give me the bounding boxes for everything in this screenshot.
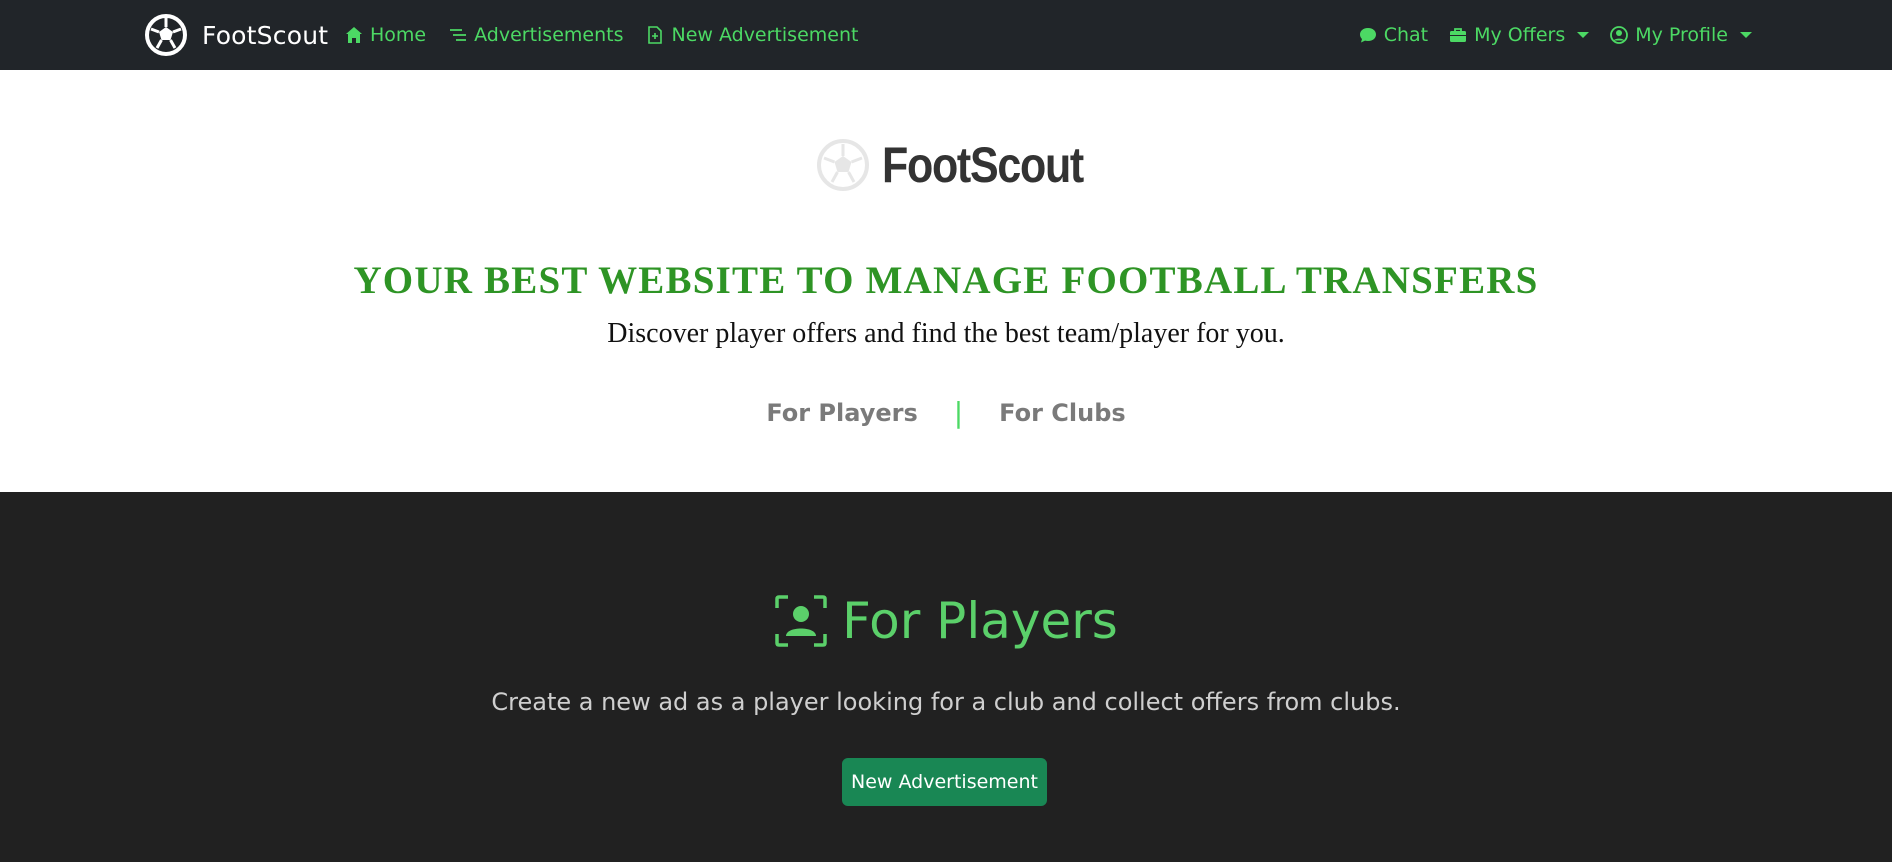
soccer-ball-icon xyxy=(817,139,870,191)
top-navbar: FootScout Home Advertisements New Advert… xyxy=(0,0,1892,70)
nav-chat-link[interactable]: Chat xyxy=(1358,24,1428,46)
house-icon xyxy=(346,27,362,43)
chat-bubble-icon xyxy=(1359,28,1376,43)
nav-new-advertisement-label: New Advertisement xyxy=(671,24,859,46)
link-separator: | xyxy=(953,396,964,429)
nav-advertisements-label: Advertisements xyxy=(474,24,624,46)
soccer-ball-icon xyxy=(145,14,187,56)
brand-link[interactable]: FootScout xyxy=(144,12,328,58)
hero-logo-text: FootScout xyxy=(882,137,1084,193)
file-plus-icon xyxy=(648,26,663,44)
nav-advertisements-link[interactable]: Advertisements xyxy=(448,24,623,46)
hero-headline: YOUR BEST WEBSITE TO MANAGE FOOTBALL TRA… xyxy=(353,259,1539,302)
nav-home-label: Home xyxy=(370,24,427,46)
nav-new-advertisement-link[interactable]: New Advertisement xyxy=(645,24,858,46)
hero-subtitle: Discover player offers and find the best… xyxy=(607,318,1285,349)
nav-my-profile-dropdown[interactable]: My Profile xyxy=(1609,24,1752,46)
briefcase-icon xyxy=(1450,28,1467,42)
nav-chat-label: Chat xyxy=(1383,24,1429,46)
section-description: Create a new ad as a player looking for … xyxy=(491,688,1401,716)
new-advertisement-button[interactable]: New Advertisement xyxy=(842,758,1047,806)
hero-section: FootScout YOUR BEST WEBSITE TO MANAGE FO… xyxy=(0,70,1892,492)
hero-links: For Players | For Clubs xyxy=(0,396,1892,429)
brand-name: FootScout xyxy=(202,20,329,50)
section-title: For Players xyxy=(0,592,1892,650)
nav-left-group: Home Advertisements New Advertisement xyxy=(344,0,858,70)
for-players-section: For Players Create a new ad as a player … xyxy=(0,492,1892,862)
chevron-down-icon xyxy=(1577,32,1590,38)
list-icon xyxy=(450,29,467,41)
for-clubs-link[interactable]: For Clubs xyxy=(999,399,1126,427)
nav-right-group: Chat My Offers My Profile xyxy=(1358,0,1752,70)
hero-logo: FootScout xyxy=(0,136,1892,194)
nav-home-link[interactable]: Home xyxy=(344,24,426,46)
chevron-down-icon xyxy=(1740,32,1752,38)
person-badge-icon xyxy=(775,595,827,647)
user-circle-icon xyxy=(1610,26,1629,44)
nav-my-offers-label: My Offers xyxy=(1474,24,1566,46)
section-title-text: For Players xyxy=(842,592,1118,650)
nav-my-profile-label: My Profile xyxy=(1635,24,1728,46)
for-players-link[interactable]: For Players xyxy=(766,399,917,427)
nav-my-offers-dropdown[interactable]: My Offers xyxy=(1448,24,1590,46)
